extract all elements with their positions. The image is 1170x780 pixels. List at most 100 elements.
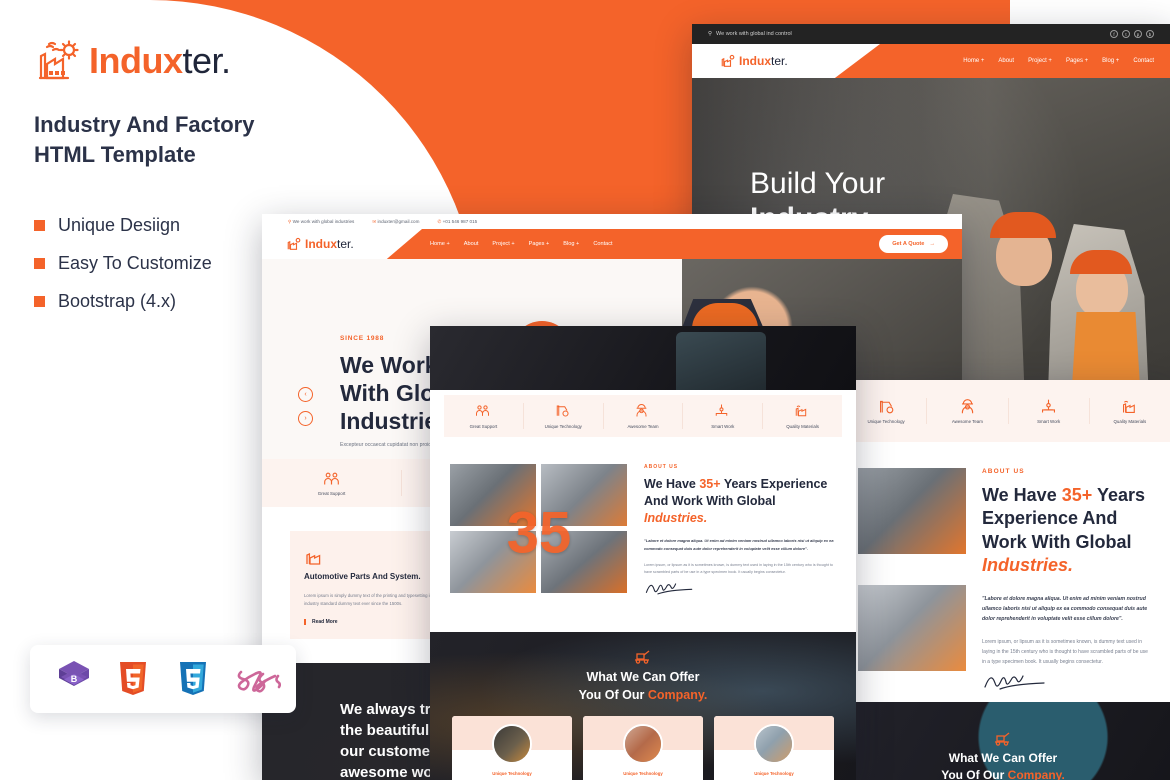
about-paragraph: Lorem ipsum, or lipsum as it is sometime… bbox=[644, 562, 833, 575]
offer-title-company: Company. bbox=[647, 688, 708, 703]
hero-navbar: Induxter. Home + About Project + Pages +… bbox=[692, 44, 1170, 78]
excavator-icon bbox=[992, 728, 1014, 746]
experience-years-number: 35 bbox=[506, 500, 572, 566]
offer-card[interactable]: Unique Technology bbox=[452, 716, 572, 780]
topbar-email[interactable]: induxter@gmail.com bbox=[378, 219, 420, 224]
slider-prev-button[interactable]: ‹ bbox=[298, 387, 313, 402]
service-item-quality-materials[interactable]: Quality Materials bbox=[1090, 398, 1170, 424]
nav-item-project[interactable]: Project + bbox=[1028, 58, 1052, 64]
feature-label: Easy To Customize bbox=[58, 253, 212, 274]
about-paragraph: Lorem ipsum, or lipsum as it is sometime… bbox=[982, 638, 1148, 665]
twitter-icon[interactable]: t bbox=[1122, 30, 1130, 38]
get-a-quote-button[interactable]: Get A Quote → bbox=[879, 235, 948, 253]
nav-item-contact[interactable]: Contact bbox=[1133, 58, 1154, 64]
title-years: 35+ bbox=[1061, 485, 1093, 505]
hero-slider-controls: ‹ › bbox=[298, 387, 313, 426]
collage-photo bbox=[858, 468, 966, 554]
home-topbar: ⚲ We work with global industries ✉ indux… bbox=[262, 214, 962, 229]
factory-icon bbox=[304, 553, 324, 571]
nav-item-blog[interactable]: Blog + bbox=[1102, 58, 1119, 64]
bullet-square-icon bbox=[34, 296, 45, 308]
navbar-logo[interactable]: Induxter. bbox=[720, 54, 788, 68]
collage-photo bbox=[858, 585, 966, 672]
page-title: Industry And Factory HTML Template bbox=[34, 110, 334, 169]
headline-line-2: HTML Template bbox=[34, 141, 196, 167]
bullet-square-icon bbox=[34, 220, 45, 232]
nav-item-about[interactable]: About bbox=[998, 58, 1014, 64]
offer-card-label: Unique Technology bbox=[754, 771, 794, 777]
home-navbar: Induxter. Home + About Project + Pages +… bbox=[262, 229, 962, 259]
title-italic: Industries. bbox=[644, 510, 708, 525]
title-pre: We Have bbox=[644, 477, 700, 491]
svg-text:B: B bbox=[71, 674, 78, 684]
smart-work-icon bbox=[1040, 398, 1057, 415]
bullet-square-icon bbox=[34, 258, 45, 270]
location-icon: ⚲ bbox=[708, 31, 713, 37]
brand-name-primary: Indux bbox=[89, 40, 183, 81]
service-label: Quality Materials bbox=[786, 424, 819, 429]
nav-item-about[interactable]: About bbox=[464, 241, 479, 247]
mockup-front-window: Great Support Unique Technology Awesome … bbox=[430, 326, 856, 780]
mockup-about-window: Unique Technology Awesome Team Smart Wor… bbox=[836, 380, 1170, 780]
offer-title-line-1: What We Can Offer bbox=[948, 751, 1058, 765]
front-offer-section: What We Can Offer You Of Our Company. Un… bbox=[430, 632, 856, 780]
support-hands-icon bbox=[475, 403, 492, 420]
worker-team-icon bbox=[634, 403, 651, 420]
service-item-awesome-team[interactable]: Awesome Team bbox=[604, 403, 684, 429]
factory-gear-icon bbox=[720, 54, 735, 68]
nav-item-home[interactable]: Home + bbox=[963, 58, 984, 64]
service-item-great-support[interactable]: Great Support bbox=[262, 470, 403, 496]
offer-card-photo bbox=[492, 724, 532, 765]
service-item-smart-work[interactable]: Smart Work bbox=[683, 403, 764, 429]
service-label: Quality Materials bbox=[1113, 419, 1147, 424]
behance-icon[interactable]: b bbox=[1146, 30, 1154, 38]
offer-card[interactable]: Unique Technology bbox=[714, 716, 834, 780]
nav-item-contact[interactable]: Contact bbox=[593, 241, 612, 247]
title-italic: Industries. bbox=[982, 555, 1074, 576]
arrow-right-icon: → bbox=[929, 241, 935, 247]
service-item-quality-materials[interactable]: Quality Materials bbox=[763, 403, 842, 429]
front-about-body: 35 ABOUT US We Have 35+ Years Experience… bbox=[430, 442, 856, 602]
service-label: Great Support bbox=[469, 424, 498, 429]
sass-logo-icon bbox=[232, 658, 282, 700]
offer-cards-row: Unique Technology Unique Technology Uniq… bbox=[430, 704, 856, 780]
service-item-unique-technology[interactable]: Unique Technology bbox=[846, 398, 928, 424]
nav-item-pages[interactable]: Pages + bbox=[1066, 58, 1088, 64]
offer-title-line-1: What We Can Offer bbox=[586, 670, 700, 684]
offer-card-label: Unique Technology bbox=[492, 771, 532, 777]
service-item-smart-work[interactable]: Smart Work bbox=[1009, 398, 1090, 424]
pinterest-icon[interactable]: p bbox=[1134, 30, 1142, 38]
signature-icon bbox=[982, 675, 1052, 697]
about-offer-section: What We Can Offer You Of Our Company. bbox=[836, 702, 1170, 780]
service-item-awesome-team[interactable]: Awesome Team bbox=[927, 398, 1009, 424]
title-years: 35+ bbox=[699, 477, 721, 491]
smart-work-icon bbox=[714, 403, 731, 420]
brand-logo: Induxter. bbox=[34, 40, 334, 82]
hero-title-line-1: Build Your bbox=[750, 167, 886, 200]
slider-next-button[interactable]: › bbox=[298, 411, 313, 426]
topbar-text: We work with global ind control bbox=[716, 31, 792, 37]
service-label: Unique Technology bbox=[544, 424, 582, 429]
offer-title-pre: You Of Our bbox=[941, 768, 1008, 780]
technology-icon bbox=[555, 403, 572, 420]
service-label: Unique Technology bbox=[867, 419, 905, 424]
facebook-icon[interactable]: f bbox=[1110, 30, 1118, 38]
service-item-unique-technology[interactable]: Unique Technology bbox=[524, 403, 604, 429]
topbar-phone[interactable]: +01 546 987 015 bbox=[443, 219, 478, 224]
service-label: Awesome Team bbox=[627, 424, 659, 429]
get-a-quote-label: Get A Quote bbox=[892, 241, 925, 247]
about-photo-collage bbox=[858, 468, 966, 698]
offer-card-photo bbox=[623, 724, 663, 765]
nav-item-pages[interactable]: Pages + bbox=[529, 241, 550, 247]
service-item-great-support[interactable]: Great Support bbox=[444, 403, 524, 429]
brand-name: Induxter. bbox=[89, 40, 231, 82]
nav-item-home[interactable]: Home + bbox=[430, 241, 450, 247]
factory-icon bbox=[1121, 398, 1138, 415]
excavator-icon bbox=[632, 646, 654, 664]
nav-item-project[interactable]: Project + bbox=[492, 241, 514, 247]
about-quote: "Labore et dolore magna aliqua. Ut enim … bbox=[644, 538, 834, 552]
offer-card[interactable]: Unique Technology bbox=[583, 716, 703, 780]
nav-item-blog[interactable]: Blog + bbox=[563, 241, 579, 247]
hero-topbar: ⚲ We work with global ind control f t p … bbox=[692, 24, 1170, 44]
feature-label: Bootstrap (4.x) bbox=[58, 291, 177, 312]
